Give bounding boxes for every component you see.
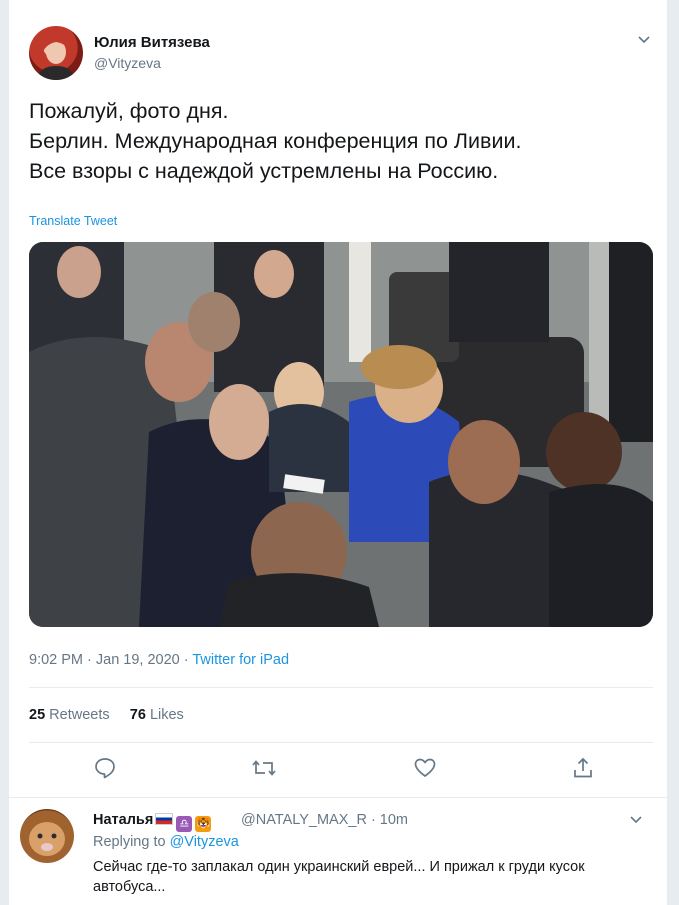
author-name[interactable]: Юлия Витязева bbox=[94, 34, 210, 51]
retweets-label: Retweets bbox=[49, 707, 110, 723]
tweet-card: Юлия Витязева @Vityzeva Пожалуй, фото дн… bbox=[8, 14, 668, 905]
chevron-down-icon[interactable] bbox=[637, 32, 651, 46]
retweet-icon[interactable] bbox=[251, 756, 277, 782]
likes-count: 76 bbox=[129, 707, 146, 723]
divider bbox=[29, 687, 653, 688]
tweet-photo[interactable] bbox=[29, 242, 653, 627]
tweet-text: Пожалуй, фото дня. Берлин. Международная… bbox=[29, 99, 522, 183]
libra-icon: ♎ bbox=[176, 816, 193, 832]
reply-author-avatar[interactable] bbox=[20, 809, 74, 863]
reply-author-name-text: Наталья bbox=[93, 812, 154, 828]
author-avatar[interactable] bbox=[29, 26, 83, 80]
likes-label: Likes bbox=[149, 707, 184, 723]
chevron-down-icon[interactable] bbox=[629, 812, 643, 829]
divider bbox=[29, 742, 653, 743]
tweet-stats: 25 Retweets 76 Likes bbox=[29, 707, 184, 723]
reply-icon[interactable] bbox=[93, 756, 119, 782]
reply-author-name[interactable]: Наталья ♎ 🐯 bbox=[93, 812, 212, 832]
likes-stat[interactable]: 76 Likes bbox=[130, 707, 184, 723]
tweet-timestamp[interactable]: 9:02 PM · Jan 19, 2020 · Twitter for iPa… bbox=[29, 652, 289, 668]
tweet-actions bbox=[29, 756, 653, 786]
replying-to-handle[interactable]: @Vityzeva bbox=[170, 834, 239, 850]
reply-author-handle[interactable]: @NATALY_MAX_R · 10m bbox=[241, 812, 408, 828]
translate-tweet-link[interactable]: Translate Tweet bbox=[29, 214, 117, 228]
retweets-count: 25 bbox=[29, 707, 46, 723]
reply-text: Сейчас где-то заплакал один украинский е… bbox=[93, 859, 585, 895]
tweet-source-link[interactable]: Twitter for iPad bbox=[192, 652, 289, 668]
timestamp-text[interactable]: 9:02 PM · Jan 19, 2020 · bbox=[29, 652, 192, 668]
replying-to-label: Replying to bbox=[93, 834, 170, 850]
author-handle[interactable]: @Vityzeva bbox=[94, 55, 161, 71]
like-icon[interactable] bbox=[413, 756, 439, 782]
retweets-stat[interactable]: 25 Retweets bbox=[29, 707, 110, 723]
timeline-top-edge bbox=[8, 0, 668, 14]
russian-flag-icon bbox=[155, 813, 174, 825]
tiger-icon: 🐯 bbox=[195, 816, 212, 832]
reply-tweet[interactable]: Наталья ♎ 🐯 @NATALY_MAX_R · 10m Replying t… bbox=[8, 797, 668, 905]
share-icon[interactable] bbox=[571, 756, 597, 782]
replying-to: Replying to @Vityzeva bbox=[93, 834, 239, 850]
